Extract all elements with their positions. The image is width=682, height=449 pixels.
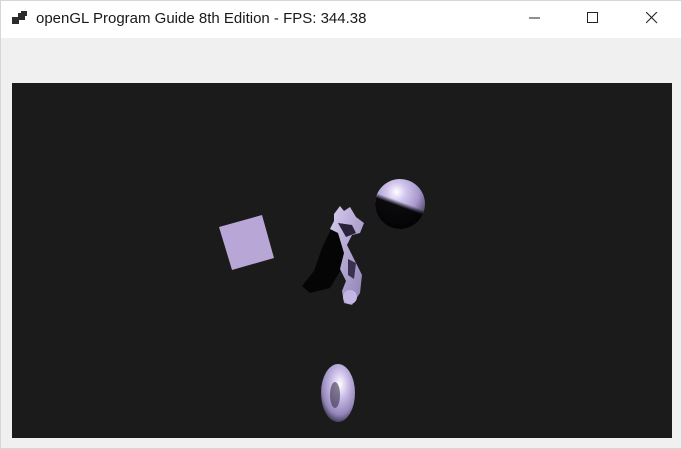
scene-torus	[321, 364, 355, 422]
close-button[interactable]	[623, 1, 681, 38]
maximize-icon	[587, 11, 599, 29]
minimize-icon	[529, 11, 541, 29]
minimize-button[interactable]	[506, 1, 564, 38]
maximize-button[interactable]	[564, 1, 622, 38]
opengl-app-icon	[12, 11, 28, 27]
opengl-render-viewport[interactable]	[12, 83, 672, 438]
window-title: openGL Program Guide 8th Edition - FPS: …	[36, 10, 367, 27]
title-bar[interactable]: openGL Program Guide 8th Edition - FPS: …	[1, 1, 681, 38]
scene-sphere	[375, 179, 425, 229]
close-icon	[645, 11, 658, 29]
app-window: openGL Program Guide 8th Edition - FPS: …	[0, 0, 682, 449]
scene-quad	[219, 215, 274, 270]
